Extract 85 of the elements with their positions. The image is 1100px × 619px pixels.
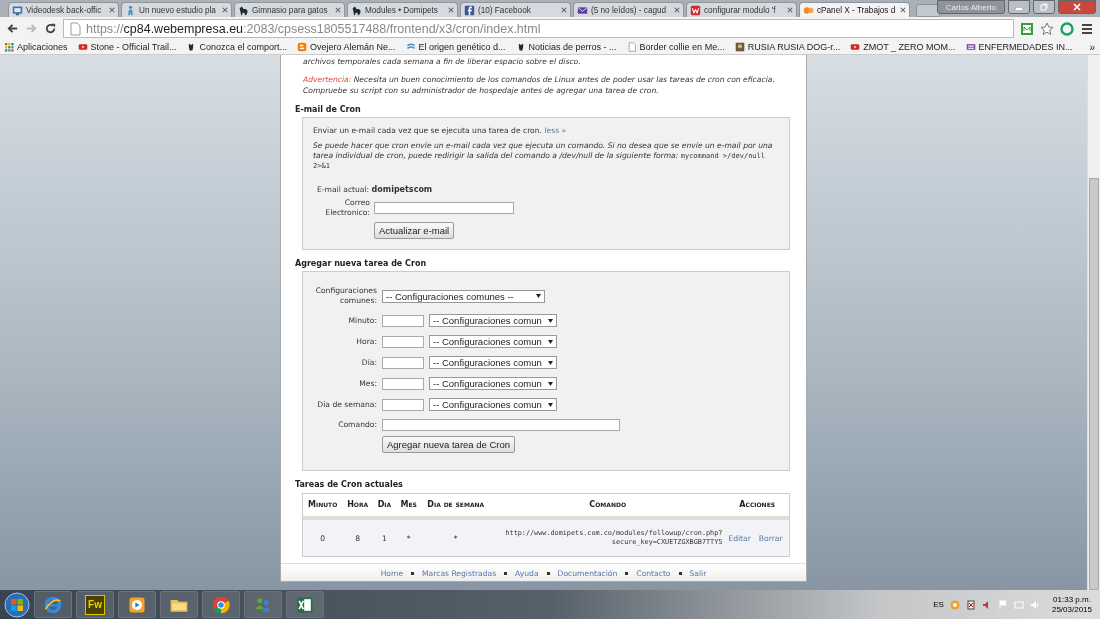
- page-icon: [68, 21, 82, 36]
- schedule-field[interactable]: [382, 314, 424, 327]
- update-email-button[interactable]: Actualizar e-mail: [374, 222, 455, 239]
- section-heading: Agregar nueva tarea de Cron: [295, 259, 428, 268]
- browser-tab[interactable]: cPanel X - Trabajos d: [799, 2, 910, 17]
- minimize-button[interactable]: [1008, 0, 1030, 14]
- swirl-icon: [405, 42, 416, 52]
- add-task-button[interactable]: Agregar nueva tarea de Cron: [382, 436, 516, 453]
- browser-tab[interactable]: Videodesk back-offic: [8, 2, 119, 17]
- bookmark[interactable]: Noticias de perros - ...: [515, 42, 617, 52]
- settings-dropdown[interactable]: -- Configuraciones comun: [429, 377, 557, 390]
- bookmark[interactable]: RUSIA RUSIA DOG-r...: [734, 42, 841, 52]
- close-tab-icon[interactable]: [109, 7, 115, 13]
- browser-tab[interactable]: Gimnasio para gatos: [234, 2, 345, 17]
- grid-icon: [5, 42, 14, 52]
- caret-icon: [547, 318, 553, 323]
- schedule-field[interactable]: [382, 377, 424, 390]
- circle-extension-icon[interactable]: [1060, 21, 1074, 36]
- restore-icon: [1040, 3, 1048, 11]
- common-settings-dropdown[interactable]: -- Configuraciones comunes --: [382, 289, 545, 303]
- dog-icon: [351, 4, 362, 16]
- close-icon: [1073, 3, 1081, 11]
- close-tab-icon[interactable]: [787, 7, 793, 13]
- facebook-icon: [464, 4, 475, 16]
- caret-icon: [547, 360, 553, 365]
- bookmark[interactable]: ZMOT _ ZERO MOM...: [850, 42, 956, 52]
- figure-icon: [125, 4, 136, 16]
- settings-dropdown[interactable]: -- Configuraciones comun: [429, 314, 557, 327]
- photo-icon: [734, 42, 745, 52]
- clock[interactable]: 01:33 p.m. 25/03/2015: [1051, 594, 1092, 615]
- more-bookmarks-button[interactable]: »: [1089, 41, 1095, 53]
- browser-icon[interactable]: [43, 594, 63, 615]
- tray-window-icon[interactable]: [965, 599, 976, 610]
- command-field[interactable]: [382, 419, 620, 431]
- close-tab-icon[interactable]: [335, 7, 341, 13]
- chrome-icon[interactable]: [211, 594, 231, 615]
- close-tab-icon[interactable]: [561, 7, 567, 13]
- menu-icon[interactable]: [1080, 21, 1094, 36]
- mail-logo-icon: [690, 4, 701, 16]
- browser-tab[interactable]: Modules • Domipets: [347, 2, 458, 17]
- bookmark[interactable]: Stone - Official Trail...: [77, 42, 177, 52]
- new-tab-button[interactable]: [916, 4, 940, 17]
- caret-icon: [547, 402, 553, 407]
- schedule-field[interactable]: [382, 335, 424, 348]
- bookmark[interactable]: El origen genético d...: [405, 42, 506, 52]
- settings-dropdown[interactable]: -- Configuraciones comun: [429, 356, 557, 369]
- star-icon[interactable]: [1040, 21, 1054, 36]
- apps-bookmark[interactable]: Aplicaciones: [5, 42, 68, 52]
- bookmark[interactable]: ENFERMEDADES IN...: [965, 42, 1073, 52]
- envelope-icon: [577, 4, 588, 16]
- close-button[interactable]: [1058, 0, 1096, 14]
- reload-icon[interactable]: [44, 22, 57, 35]
- tray-app-icon[interactable]: [949, 599, 960, 610]
- language-indicator[interactable]: ES: [933, 600, 944, 609]
- back-icon[interactable]: [6, 22, 19, 35]
- settings-dropdown[interactable]: -- Configuraciones comun: [429, 335, 557, 348]
- close-tab-icon[interactable]: [900, 7, 906, 13]
- browser-tab[interactable]: (10) Facebook: [460, 2, 571, 17]
- settings-dropdown[interactable]: -- Configuraciones comun: [429, 398, 557, 411]
- bookmark[interactable]: Conozca el comport...: [186, 42, 287, 52]
- caret-icon: [535, 294, 541, 298]
- bookmark[interactable]: Border collie en Me...: [626, 42, 725, 52]
- caret-icon: [547, 339, 553, 344]
- fireworks-icon[interactable]: Fw: [85, 594, 105, 615]
- email-field[interactable]: [374, 202, 514, 214]
- caret-icon: [547, 381, 553, 386]
- close-tab-icon[interactable]: [222, 7, 228, 13]
- restore-button[interactable]: [1033, 0, 1055, 14]
- scrollbar[interactable]: [1087, 55, 1100, 590]
- close-tab-icon[interactable]: [448, 7, 454, 13]
- section-heading: Tareas de Cron actuales: [295, 480, 404, 489]
- browser-tab[interactable]: (5 no leídos) - cagud: [573, 2, 684, 17]
- bookmark[interactable]: Ovejero Alemán Ne...: [296, 42, 396, 52]
- circles-icon: [803, 4, 814, 16]
- dog-icon: [238, 4, 249, 16]
- address-field[interactable]: https://cp84.webempresa.eu:2083/cpsess1805517488/frontend/x3/cron/index.html: [63, 19, 1014, 38]
- section-heading: E-mail de Cron: [295, 105, 362, 114]
- browser-tab[interactable]: configurar modulo 'f: [686, 2, 797, 17]
- monitor-icon: [12, 4, 23, 16]
- schedule-field[interactable]: [382, 356, 424, 369]
- close-tab-icon[interactable]: [674, 7, 680, 13]
- browser-tab[interactable]: Un nuevo estudio pla: [121, 2, 232, 17]
- extension-icon[interactable]: [1020, 21, 1034, 36]
- start-button[interactable]: [4, 591, 30, 618]
- schedule-field[interactable]: [382, 398, 424, 411]
